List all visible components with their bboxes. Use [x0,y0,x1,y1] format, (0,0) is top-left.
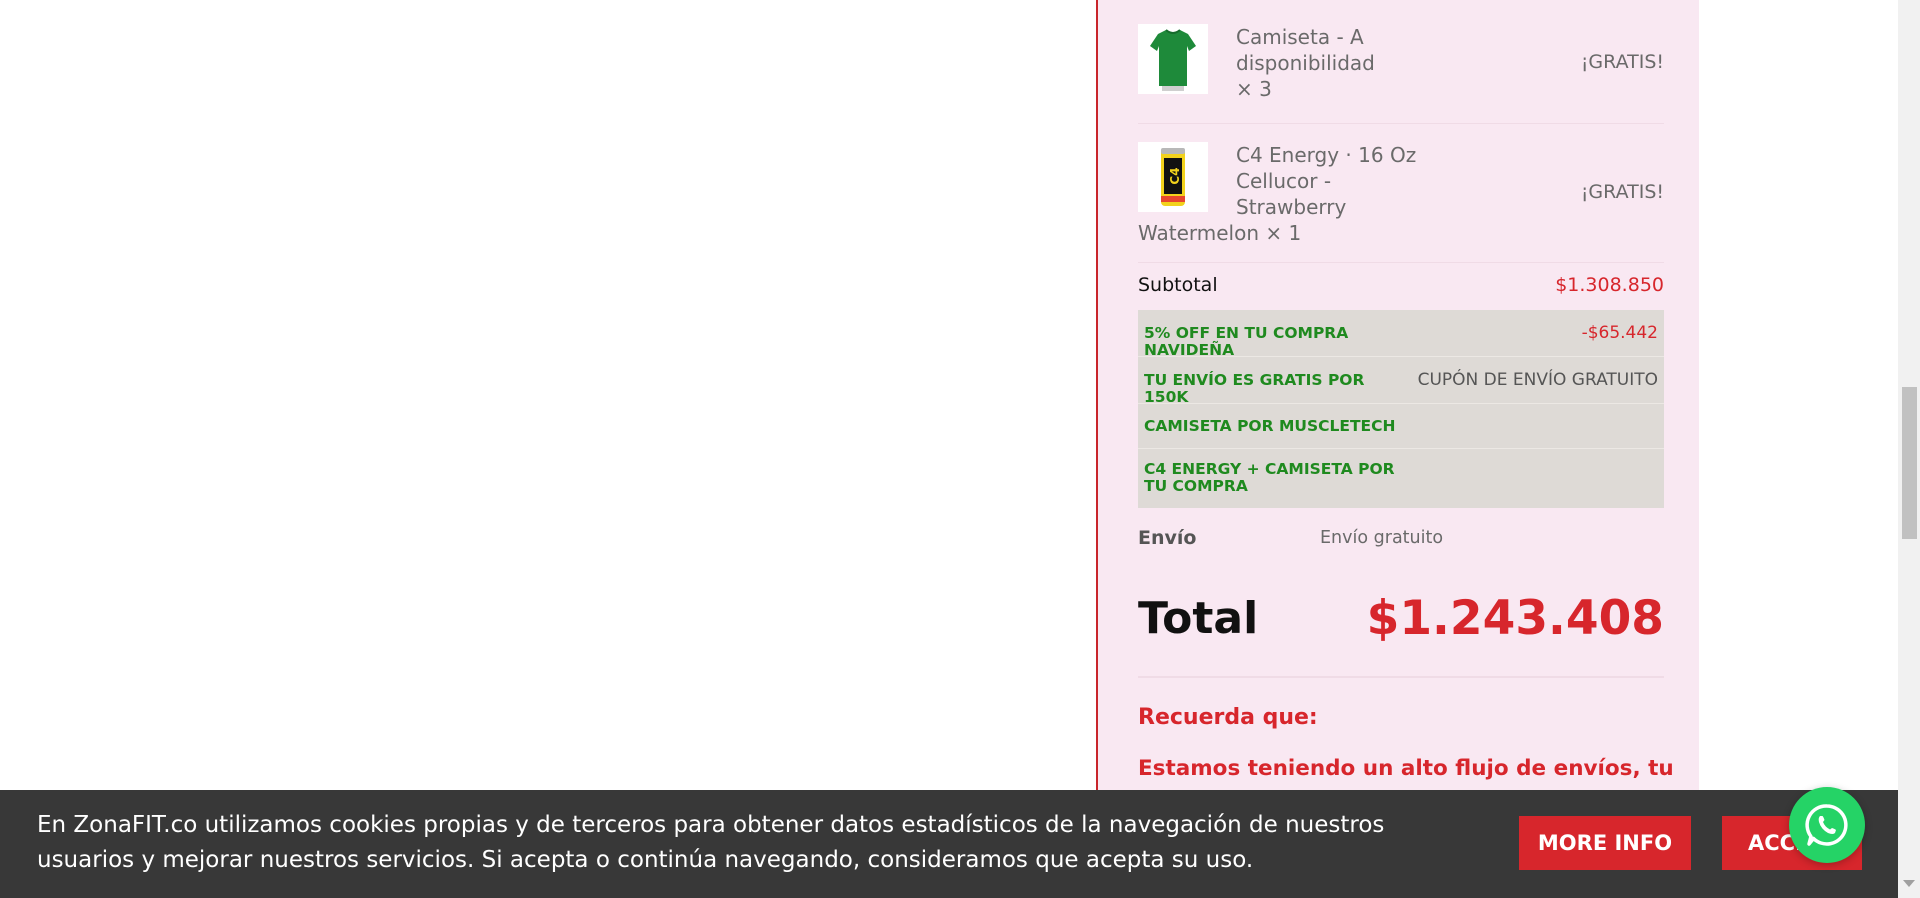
whatsapp-button[interactable] [1789,787,1865,863]
item-name-line: disponibilidad [1236,51,1375,75]
coupon-row: C4 ENERGY + CAMISETA POR TU COMPRA [1138,449,1664,508]
green-tshirt-image [1138,24,1208,94]
divider [1138,123,1664,124]
coupon-row: TU ENVÍO ES GRATIS POR 150K CUPÓN DE ENV… [1138,357,1664,406]
divider [1138,262,1664,263]
svg-text:C4: C4 [1168,167,1182,184]
total-value: $1.243.408 [1366,591,1664,646]
order-summary-panel: Camiseta - A disponibilidad × 3 ¡GRATIS!… [1096,0,1699,898]
subtotal-label: Subtotal [1138,274,1218,296]
coupon-value: -$65.442 [1581,323,1658,343]
more-info-button[interactable]: MORE INFO [1519,816,1691,870]
shipping-value: Envío gratuito [1320,528,1444,548]
coupon-name: TU ENVÍO ES GRATIS POR 150K [1144,371,1365,406]
scrollbar-thumb[interactable] [1902,387,1917,539]
item-price: ¡GRATIS! [1580,51,1664,73]
scroll-down-arrow-icon[interactable] [1903,880,1915,887]
cookie-message: En ZonaFIT.co utilizamos cookies propias… [37,812,1385,873]
item-name-line: Cellucor - [1236,169,1332,193]
coupon-name: C4 ENERGY + CAMISETA POR TU COMPRA [1144,460,1395,495]
total-label: Total [1138,593,1259,644]
shipping-label: Envío [1138,527,1197,549]
coupon-name: CAMISETA POR MUSCLETECH [1144,417,1396,435]
item-name-line: Strawberry [1236,195,1347,219]
whatsapp-icon [1805,804,1848,846]
coupon-list: 5% OFF EN TU COMPRA NAVIDEÑA -$65.442 TU… [1138,310,1664,508]
notice-title: Recuerda que: [1138,705,1318,730]
cookie-banner: En ZonaFIT.co utilizamos cookies propias… [0,790,1898,898]
item-name-line: Watermelon × 1 [1138,221,1302,245]
item-name-line: Camiseta - A [1236,25,1364,49]
notice-text: Estamos teniendo un alto flujo de envíos… [1138,756,1674,781]
divider [1138,676,1664,678]
item-price: ¡GRATIS! [1580,181,1664,203]
item-name-line: × 3 [1236,77,1272,101]
coupon-value: CUPÓN DE ENVÍO GRATUITO [1417,370,1658,390]
page-scrollbar[interactable] [1898,0,1920,898]
coupon-name: 5% OFF EN TU COMPRA NAVIDEÑA [1144,324,1349,359]
item-name-line: C4 Energy · 16 Oz [1236,143,1417,167]
coupon-row: CAMISETA POR MUSCLETECH [1138,404,1664,448]
c4-energy-can-image: C4 [1138,142,1208,212]
order-item: C4 C4 Energy · 16 Oz Cellucor - Strawber… [1138,142,1664,248]
coupon-row: 5% OFF EN TU COMPRA NAVIDEÑA -$65.442 [1138,310,1664,359]
order-item: Camiseta - A disponibilidad × 3 ¡GRATIS! [1138,24,1664,101]
subtotal-value: $1.308.850 [1555,274,1664,296]
page-left-blank [0,0,1096,898]
